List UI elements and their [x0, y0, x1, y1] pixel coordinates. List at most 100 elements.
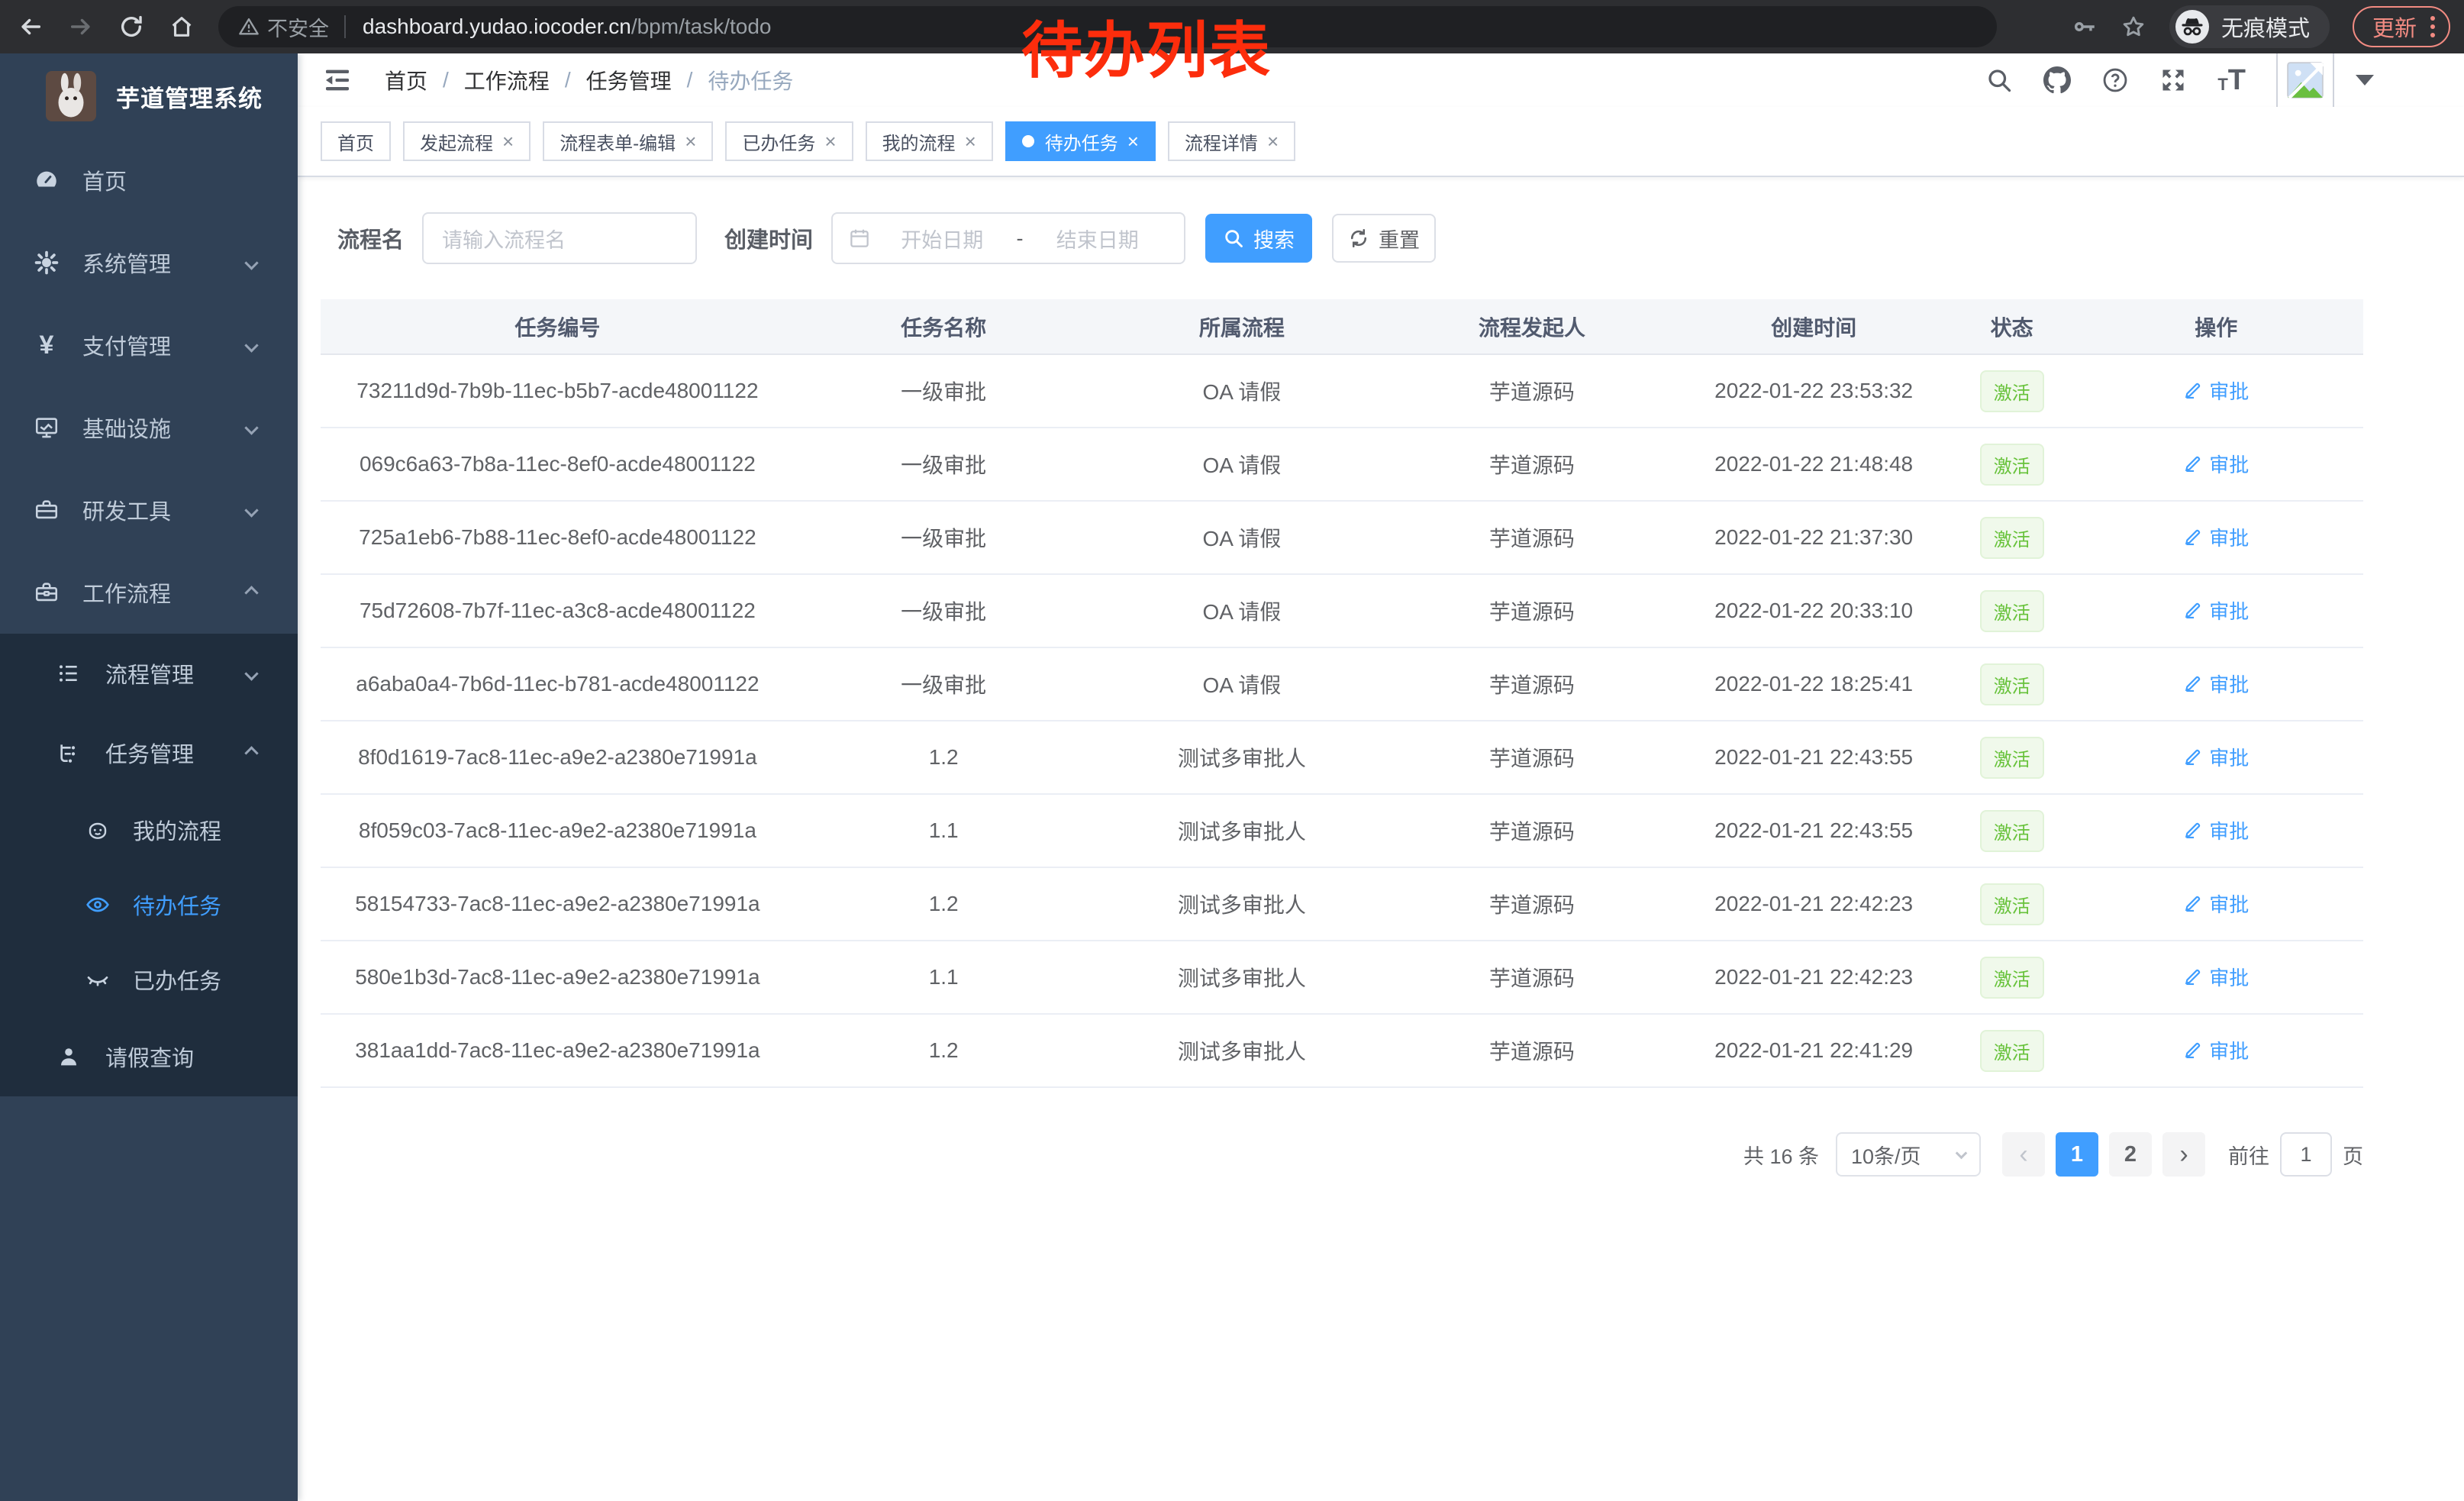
close-icon[interactable]: ×	[1267, 131, 1279, 151]
page-button-2[interactable]: 2	[2109, 1132, 2152, 1177]
cell-task-name: 1.1	[795, 941, 1093, 1014]
bookmark-star-icon[interactable]	[2121, 14, 2146, 40]
page-size-select[interactable]: 10条/页	[1836, 1132, 1981, 1177]
goto-page-input[interactable]: 1	[2280, 1132, 2332, 1177]
col-task-name: 任务名称	[795, 299, 1093, 354]
avatar[interactable]	[2276, 51, 2334, 109]
tab-my-process[interactable]: 我的流程×	[866, 121, 993, 161]
process-name-label: 流程名	[337, 222, 404, 254]
browser-menu-icon[interactable]	[2430, 16, 2435, 37]
reload-icon[interactable]	[111, 7, 151, 47]
sidebar-item-home[interactable]: 首页	[0, 139, 298, 221]
approve-link[interactable]: 审批	[2183, 376, 2249, 405]
avatar-dropdown-caret-icon[interactable]	[2356, 75, 2374, 86]
reset-button[interactable]: 重置	[1332, 214, 1436, 263]
refresh-icon	[1348, 228, 1369, 249]
gear-icon	[34, 250, 60, 276]
page-unit-label: 页	[2343, 1140, 2363, 1170]
prev-page-button[interactable]: ‹	[2002, 1132, 2045, 1177]
end-date-placeholder: 结束日期	[1027, 224, 1169, 253]
font-size-icon[interactable]: TT	[2217, 66, 2246, 95]
search-icon[interactable]	[1985, 66, 2013, 94]
table-row: 8f059c03-7ac8-11ec-a9e2-a2380e71991a 1.1…	[321, 794, 2363, 867]
cell-status: 激活	[1955, 428, 2069, 501]
sidebar-item-payment[interactable]: ¥ 支付管理	[0, 304, 298, 386]
calendar-icon	[848, 227, 871, 250]
status-badge: 激活	[1980, 737, 2044, 779]
cell-create-time: 2022-01-22 23:53:32	[1672, 354, 1954, 428]
close-icon[interactable]: ×	[685, 131, 696, 151]
sidebar-fold-icon[interactable]	[322, 65, 353, 95]
breadcrumb-item[interactable]: 任务管理	[586, 65, 672, 95]
close-icon[interactable]: ×	[965, 131, 976, 151]
tab-todo-task[interactable]: 待办任务×	[1005, 121, 1156, 161]
home-icon[interactable]	[162, 7, 202, 47]
fullscreen-icon[interactable]	[2159, 66, 2187, 94]
approve-link[interactable]: 审批	[2183, 1036, 2249, 1064]
forward-icon[interactable]	[61, 7, 101, 47]
sidebar-item-task-mgmt[interactable]: 任务管理	[0, 713, 298, 792]
sidebar-item-label: 我的流程	[133, 814, 221, 846]
page-button-1[interactable]: 1	[2056, 1132, 2098, 1177]
approve-link[interactable]: 审批	[2183, 523, 2249, 551]
tab-done-task[interactable]: 已办任务×	[725, 121, 853, 161]
search-button[interactable]: 搜索	[1205, 214, 1312, 263]
sidebar-item-system[interactable]: 系统管理	[0, 221, 298, 304]
tab-home[interactable]: 首页	[321, 121, 391, 161]
cell-actions: 审批	[2069, 501, 2363, 574]
breadcrumb-item[interactable]: 工作流程	[464, 65, 550, 95]
sidebar-item-label: 研发工具	[82, 494, 171, 526]
approve-link[interactable]: 审批	[2183, 963, 2249, 991]
chevron-up-icon	[244, 586, 258, 599]
status-badge: 激活	[1980, 1030, 2044, 1072]
approve-link[interactable]: 审批	[2183, 743, 2249, 771]
breadcrumb: 首页 / 工作流程 / 任务管理 / 待办任务	[385, 65, 793, 95]
pencil-icon	[2183, 600, 2203, 620]
approve-link[interactable]: 审批	[2183, 889, 2249, 918]
back-icon[interactable]	[11, 7, 50, 47]
search-icon	[1223, 228, 1244, 249]
filter-form: 流程名 请输入流程名 创建时间 开始日期 - 结束日期 搜索 重置	[321, 212, 2363, 264]
next-page-button[interactable]: ›	[2162, 1132, 2205, 1177]
status-badge: 激活	[1980, 590, 2044, 632]
cell-task-id: a6aba0a4-7b6d-11ec-b781-acde48001122	[321, 647, 795, 721]
col-starter: 流程发起人	[1391, 299, 1672, 354]
pencil-icon	[2183, 527, 2203, 547]
close-icon[interactable]: ×	[1127, 131, 1139, 151]
sidebar-item-devtools[interactable]: 研发工具	[0, 469, 298, 551]
tab-start-process[interactable]: 发起流程×	[403, 121, 531, 161]
list-tree-icon	[56, 661, 81, 686]
tab-form-edit[interactable]: 流程表单-编辑×	[543, 121, 713, 161]
chevron-up-icon	[244, 746, 258, 760]
sidebar-item-todo-task[interactable]: 待办任务	[0, 867, 298, 942]
update-button[interactable]: 更新	[2353, 6, 2450, 47]
sidebar-item-workflow[interactable]: 工作流程	[0, 551, 298, 634]
process-name-input[interactable]: 请输入流程名	[422, 212, 697, 264]
sidebar-item-my-process[interactable]: 我的流程	[0, 792, 298, 867]
cell-actions: 审批	[2069, 941, 2363, 1014]
pencil-icon	[2183, 747, 2203, 767]
help-icon[interactable]	[2101, 66, 2129, 94]
tab-process-detail[interactable]: 流程详情×	[1168, 121, 1295, 161]
pencil-icon	[2183, 673, 2203, 693]
app-title: 芋道管理系统	[116, 79, 263, 114]
date-range-input[interactable]: 开始日期 - 结束日期	[831, 212, 1185, 264]
cell-process: 测试多审批人	[1093, 794, 1392, 867]
cell-create-time: 2022-01-22 18:25:41	[1672, 647, 1954, 721]
sidebar-item-done-task[interactable]: 已办任务	[0, 942, 298, 1017]
status-badge: 激活	[1980, 957, 2044, 999]
github-icon[interactable]	[2043, 66, 2071, 94]
approve-link[interactable]: 审批	[2183, 450, 2249, 478]
approve-link[interactable]: 审批	[2183, 816, 2249, 844]
close-icon[interactable]: ×	[824, 131, 836, 151]
sidebar-item-process-mgmt[interactable]: 流程管理	[0, 634, 298, 713]
breadcrumb-item[interactable]: 首页	[385, 65, 427, 95]
sidebar-item-leave-query[interactable]: 请假查询	[0, 1017, 298, 1096]
approve-link[interactable]: 审批	[2183, 596, 2249, 625]
sidebar-item-infra[interactable]: 基础设施	[0, 386, 298, 469]
create-time-label: 创建时间	[724, 222, 813, 254]
password-key-icon[interactable]	[2072, 14, 2098, 40]
app-logo-row[interactable]: 芋道管理系统	[0, 53, 298, 139]
approve-link[interactable]: 审批	[2183, 670, 2249, 698]
close-icon[interactable]: ×	[502, 131, 514, 151]
